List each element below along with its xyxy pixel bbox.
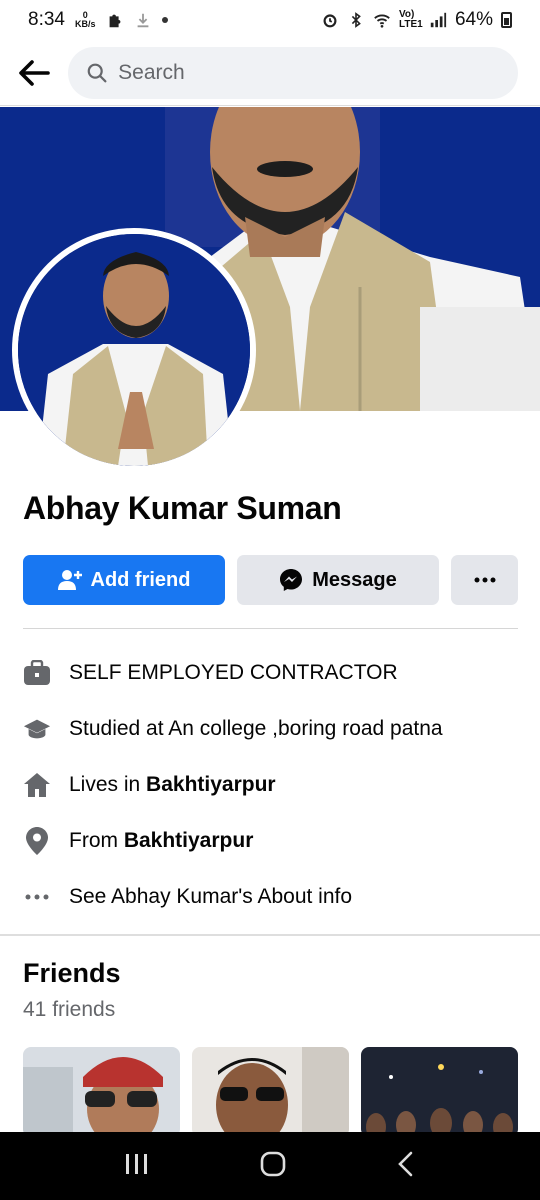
add-friend-label: Add friend (90, 568, 191, 591)
profile-avatar[interactable] (12, 228, 256, 472)
arrow-left-icon (19, 60, 50, 86)
about-item-from: From Bakhtiyarpur (23, 813, 518, 869)
location-pin-icon (23, 827, 51, 855)
message-button[interactable]: Message (237, 555, 439, 605)
profile-avatar-image (18, 234, 250, 466)
alarm-icon (323, 14, 337, 28)
friends-count[interactable]: 41 friends (23, 998, 115, 1022)
see-about-info-text: See Abhay Kumar's About info (69, 885, 353, 908)
about-item-lives: Lives in Bakhtiyarpur (23, 757, 518, 813)
signal-icon (430, 12, 447, 28)
about-item-work: SELF EMPLOYED CONTRACTOR (23, 645, 518, 701)
briefcase-icon (23, 659, 51, 687)
about-lives-place[interactable]: Bakhtiyarpur (146, 773, 276, 796)
status-bar: 8:34 0 KB/s Vo) LTE1 64% (0, 0, 540, 40)
search-icon (87, 63, 107, 83)
back-nav-button[interactable] (396, 1150, 416, 1183)
profile-actions: Add friend Message (23, 555, 518, 605)
battery-percent: 64% (454, 9, 493, 30)
download-icon (137, 13, 148, 28)
search-bar[interactable] (68, 47, 518, 99)
puzzle-icon (109, 14, 120, 28)
actions-divider (23, 628, 518, 629)
about-from-text: From Bakhtiyarpur (69, 829, 253, 853)
status-bar-left: 8:34 0 KB/s (28, 9, 168, 31)
battery-icon (501, 12, 512, 28)
recent-apps-icon (126, 1153, 148, 1174)
search-input[interactable] (118, 61, 500, 85)
about-education-text: Studied at An college ,boring road patna (69, 717, 443, 740)
status-bar-right: Vo) LTE1 64% (321, 9, 512, 31)
notification-dot-icon (161, 17, 168, 23)
message-label: Message (312, 568, 397, 591)
friend-thumbnails (23, 1047, 518, 1137)
about-item-education: Studied at An college ,boring road patna (23, 701, 518, 757)
friend-photo (192, 1047, 349, 1137)
back-button[interactable] (16, 55, 52, 91)
chevron-left-icon (397, 1151, 412, 1176)
friend-thumbnail[interactable] (192, 1047, 349, 1137)
friend-thumbnail[interactable] (361, 1047, 518, 1137)
profile-photo (18, 234, 250, 466)
about-from-prefix: From (69, 829, 124, 852)
messenger-icon (280, 569, 303, 591)
wifi-icon (374, 14, 390, 28)
about-from-place[interactable]: Bakhtiyarpur (124, 829, 254, 852)
about-list: SELF EMPLOYED CONTRACTOR Studied at An c… (23, 645, 518, 925)
data-speed-unit: KB/s (74, 19, 96, 29)
bluetooth-icon (351, 12, 361, 28)
about-lives-text: Lives in Bakhtiyarpur (69, 773, 276, 797)
graduation-cap-icon (23, 715, 51, 743)
system-navigation-bar (0, 1132, 540, 1200)
data-speed-indicator: 0 KB/s (75, 11, 96, 29)
more-dots-icon (474, 577, 495, 583)
top-bar-divider (0, 105, 540, 106)
add-friend-button[interactable]: Add friend (23, 555, 225, 605)
home-icon (23, 771, 51, 799)
friends-title: Friends (23, 958, 121, 988)
status-time: 8:34 (28, 9, 65, 30)
friend-thumbnail[interactable] (23, 1047, 180, 1137)
top-bar (0, 40, 540, 106)
home-circle-icon (260, 1151, 286, 1176)
home-button[interactable] (259, 1150, 287, 1183)
about-lives-prefix: Lives in (69, 773, 147, 796)
person-plus-icon (57, 570, 82, 590)
friend-photo (23, 1047, 180, 1137)
about-work-text: SELF EMPLOYED CONTRACTOR (69, 661, 398, 684)
see-about-info-link[interactable]: See Abhay Kumar's About info (23, 869, 518, 925)
section-separator (0, 934, 540, 936)
friend-photo (361, 1047, 518, 1137)
recent-apps-button[interactable] (124, 1152, 150, 1181)
profile-name: Abhay Kumar Suman (23, 490, 342, 526)
more-options-button[interactable] (451, 555, 518, 605)
network-type-label: Vo) LTE1 (398, 9, 423, 30)
more-dots-icon (23, 883, 51, 911)
